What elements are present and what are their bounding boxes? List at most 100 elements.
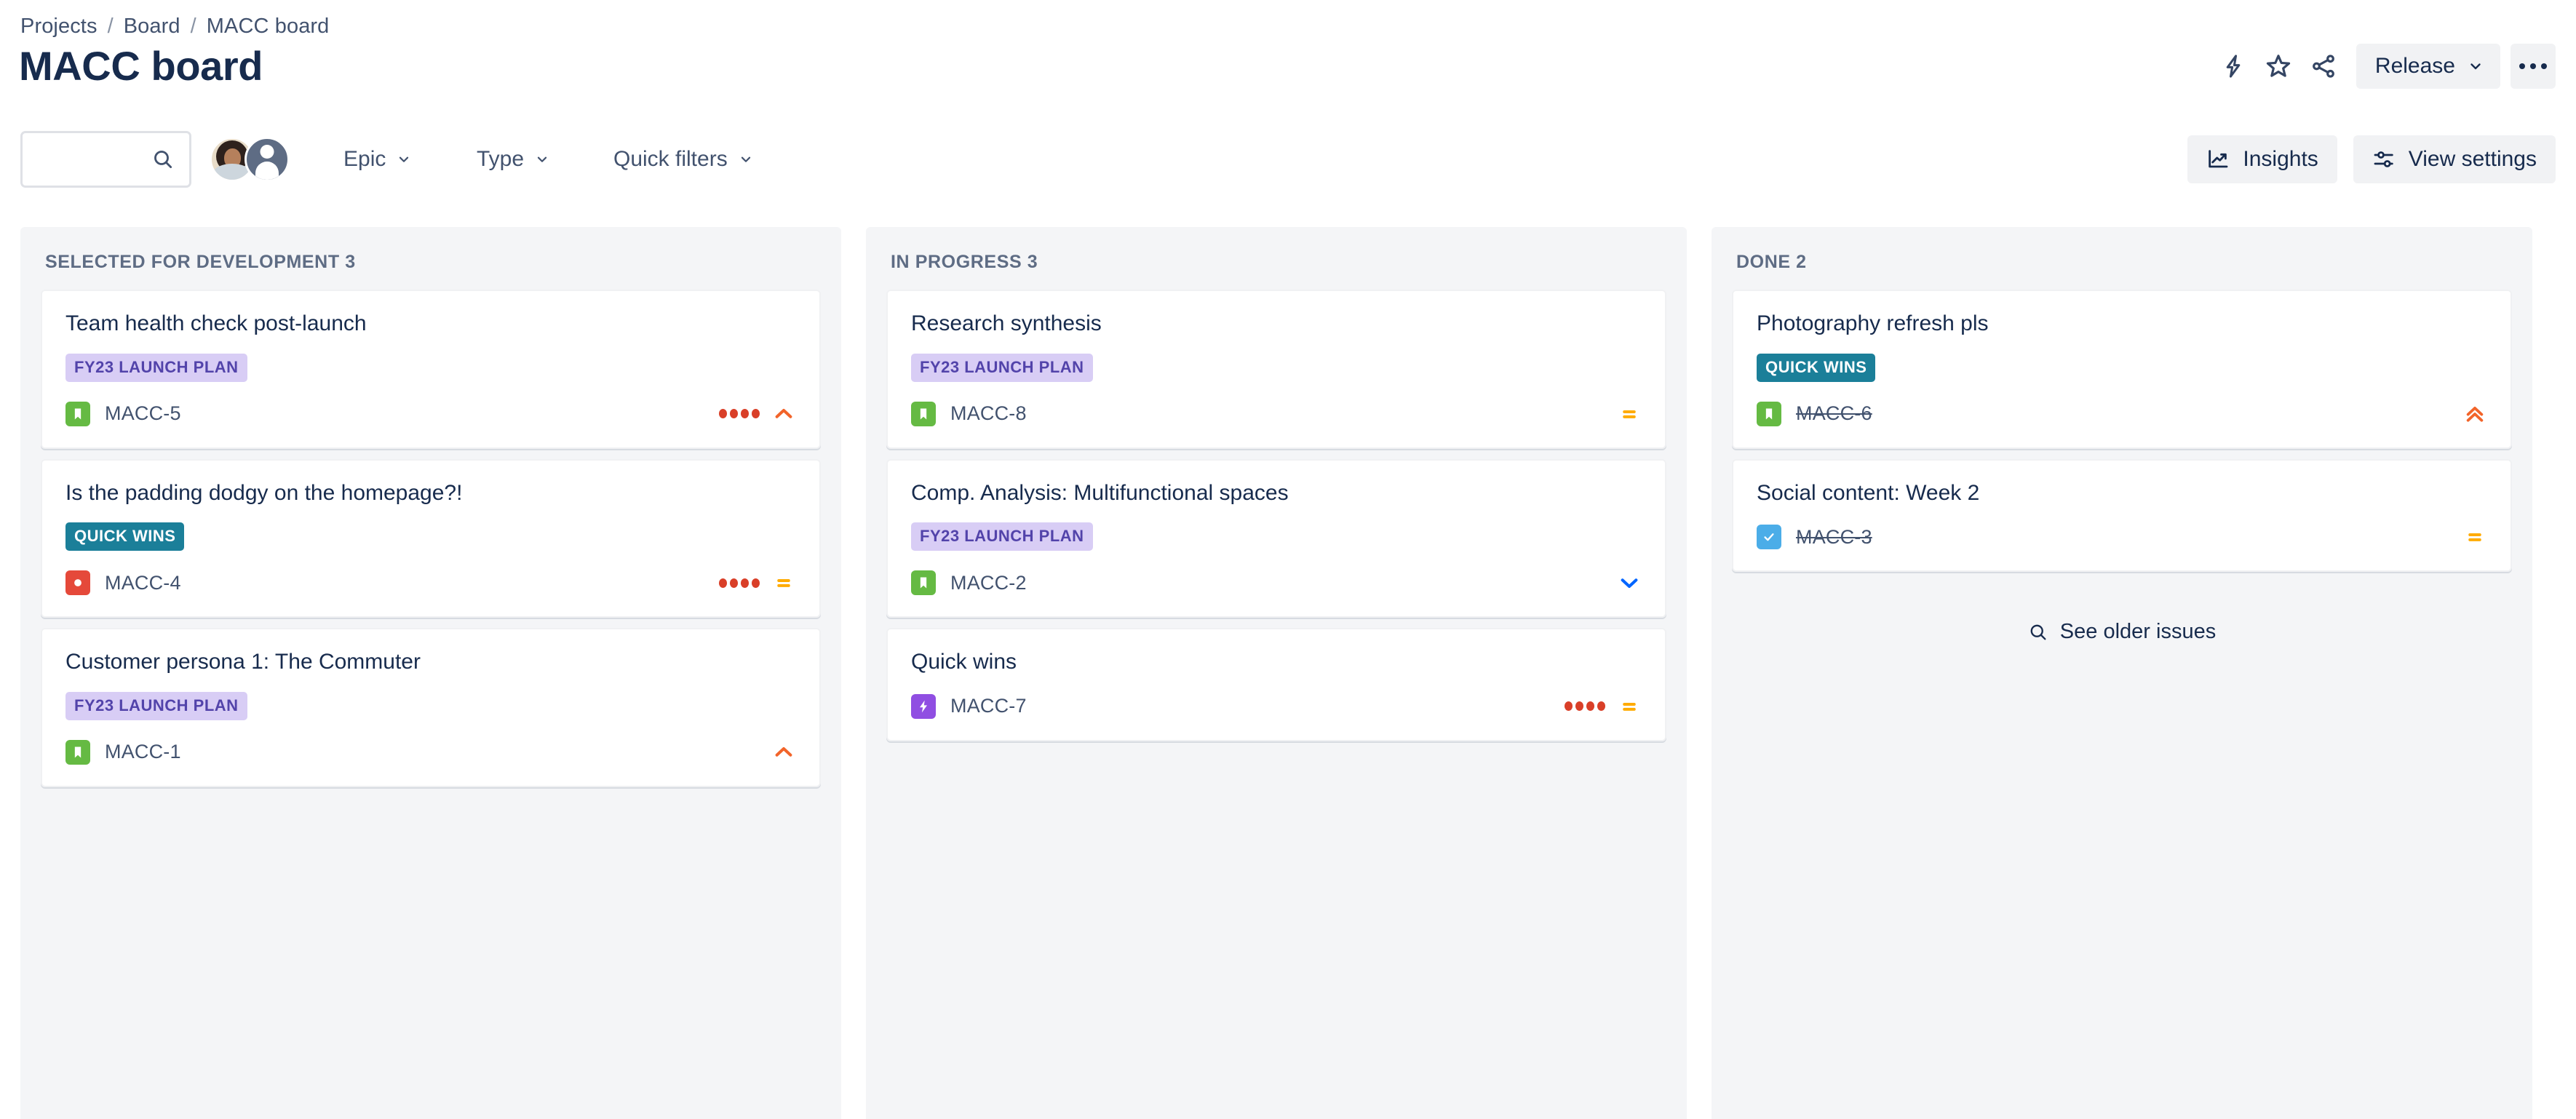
see-older-issues-label: See older issues xyxy=(2059,620,2217,643)
epic-filter-label: Epic xyxy=(343,147,386,171)
filter-bar: Epic Type Quick filters Insights View se… xyxy=(0,130,2576,195)
star-icon-button[interactable] xyxy=(2256,44,2301,89)
story-icon xyxy=(65,739,90,765)
board-columns: SELECTED FOR DEVELOPMENT 3 Team health c… xyxy=(20,227,2556,1119)
see-older-issues-button[interactable]: See older issues xyxy=(1732,620,2512,644)
issue-indicators xyxy=(2462,402,2487,426)
task-icon xyxy=(1757,525,1781,549)
lightning-icon xyxy=(2226,55,2241,78)
column-card-list: Photography refresh pls QUICK WINS MACC-… xyxy=(1712,290,2532,644)
epic-tag[interactable]: FY23 LAUNCH PLAN xyxy=(65,691,247,720)
story-points-dots xyxy=(719,578,760,588)
share-icon xyxy=(2313,55,2334,78)
more-actions-button[interactable] xyxy=(2511,44,2556,89)
issue-indicators xyxy=(1565,694,1642,719)
issue-card[interactable]: Research synthesis FY23 LAUNCH PLAN MACC… xyxy=(886,290,1666,449)
priority-medium-icon xyxy=(2462,525,2487,549)
priority-high-icon xyxy=(771,740,796,765)
epic-tag[interactable]: FY23 LAUNCH PLAN xyxy=(911,522,1093,551)
share-icon-button[interactable] xyxy=(2301,44,2346,89)
issue-meta: MACC-1 xyxy=(65,739,181,765)
search-input[interactable] xyxy=(23,133,161,186)
column-header: DONE 2 xyxy=(1736,252,1807,272)
quick-filters-dropdown[interactable]: Quick filters xyxy=(606,137,761,182)
epic-tag[interactable]: QUICK WINS xyxy=(1757,353,1876,382)
issue-key[interactable]: MACC-3 xyxy=(1796,526,1872,549)
type-filter-label: Type xyxy=(477,147,525,171)
issue-card-footer: MACC-3 xyxy=(1757,522,2487,551)
star-icon xyxy=(2266,55,2291,77)
issue-indicators xyxy=(719,402,796,426)
breadcrumb-item-board[interactable]: Board xyxy=(124,15,180,39)
issue-title: Research synthesis xyxy=(911,311,1102,335)
column-in-progress: IN PROGRESS 3 Research synthesis FY23 LA… xyxy=(866,227,1687,1119)
issue-card-footer: MACC-7 xyxy=(911,692,1642,721)
priority-low-icon xyxy=(1617,570,1642,595)
insights-chart-icon xyxy=(2209,150,2228,168)
chevron-down-icon xyxy=(537,156,547,162)
epic-tag[interactable]: FY23 LAUNCH PLAN xyxy=(911,353,1093,382)
issue-card[interactable]: Comp. Analysis: Multifunctional spaces F… xyxy=(886,458,1666,618)
issue-key[interactable]: MACC-4 xyxy=(105,572,181,594)
issue-card[interactable]: Customer persona 1: The Commuter FY23 LA… xyxy=(41,628,821,787)
epic-icon xyxy=(911,693,936,719)
quick-filters-label: Quick filters xyxy=(613,147,728,171)
column-card-list: Research synthesis FY23 LAUNCH PLAN MACC… xyxy=(866,290,1687,752)
issue-meta: MACC-5 xyxy=(65,401,181,426)
breadcrumb-item-projects[interactable]: Projects xyxy=(20,15,98,39)
lightning-icon-button[interactable] xyxy=(2211,44,2256,89)
epic-tag[interactable]: QUICK WINS xyxy=(65,522,185,551)
type-filter-dropdown[interactable]: Type xyxy=(469,137,557,182)
column-selected-for-development: SELECTED FOR DEVELOPMENT 3 Team health c… xyxy=(20,227,841,1119)
issue-key[interactable]: MACC-7 xyxy=(950,695,1027,717)
chevron-down-icon xyxy=(741,156,750,162)
issue-card-footer: MACC-1 xyxy=(65,738,796,767)
avatar-user-default[interactable] xyxy=(245,137,290,182)
issue-indicators xyxy=(1617,570,1642,595)
column-card-list: Team health check post-launch FY23 LAUNC… xyxy=(20,290,841,797)
board-view-buttons: Insights View settings xyxy=(2187,135,2556,183)
avatar-shoulders xyxy=(255,162,279,180)
chevron-down-icon xyxy=(399,156,409,162)
issue-card-footer: MACC-8 xyxy=(911,399,1642,429)
priority-high-icon xyxy=(771,402,796,426)
issue-meta: MACC-4 xyxy=(65,570,181,595)
jira-board-page: Projects / Board / MACC board MACC board xyxy=(0,0,2576,1119)
issue-card-footer: MACC-2 xyxy=(911,568,1642,597)
view-settings-label: View settings xyxy=(2408,147,2537,171)
epic-tag[interactable]: FY23 LAUNCH PLAN xyxy=(65,353,247,382)
release-button[interactable]: Release xyxy=(2356,44,2500,89)
epic-filter-dropdown[interactable]: Epic xyxy=(336,137,419,182)
issue-indicators xyxy=(1617,402,1642,426)
issue-card[interactable]: Social content: Week 2 MACC-3 xyxy=(1732,458,2512,572)
search-box[interactable] xyxy=(20,131,191,188)
issue-title: Is the padding dodgy on the homepage?! xyxy=(65,480,463,505)
breadcrumb: Projects / Board / MACC board xyxy=(20,15,329,39)
issue-key[interactable]: MACC-6 xyxy=(1796,402,1872,425)
issue-key[interactable]: MACC-1 xyxy=(105,741,181,763)
issue-card[interactable]: Photography refresh pls QUICK WINS MACC-… xyxy=(1732,290,2512,449)
issue-key[interactable]: MACC-5 xyxy=(105,402,181,425)
view-settings-button[interactable]: View settings xyxy=(2353,135,2556,183)
issue-card[interactable]: Quick wins MACC-7 xyxy=(886,628,1666,741)
issue-card[interactable]: Team health check post-launch FY23 LAUNC… xyxy=(41,290,821,449)
breadcrumb-separator: / xyxy=(190,15,196,38)
bug-icon xyxy=(65,570,90,595)
issue-card-footer: MACC-4 xyxy=(65,568,796,597)
column-header: IN PROGRESS 3 xyxy=(891,252,1038,272)
breadcrumb-separator: / xyxy=(107,15,114,38)
issue-key[interactable]: MACC-2 xyxy=(950,572,1027,594)
priority-medium-icon xyxy=(1617,694,1642,719)
issue-indicators xyxy=(771,740,796,765)
issue-card-footer: MACC-5 xyxy=(65,399,796,429)
breadcrumb-item-macc-board[interactable]: MACC board xyxy=(207,15,330,39)
insights-button[interactable]: Insights xyxy=(2187,135,2337,183)
column-done: DONE 2 Photography refresh pls QUICK WIN… xyxy=(1712,227,2532,1119)
avatar-head xyxy=(260,145,274,159)
issue-indicators xyxy=(2462,525,2487,549)
issue-title: Social content: Week 2 xyxy=(1757,480,1980,505)
insights-label: Insights xyxy=(2243,147,2318,171)
page-title: MACC board xyxy=(19,43,263,89)
issue-key[interactable]: MACC-8 xyxy=(950,402,1027,425)
issue-card[interactable]: Is the padding dodgy on the homepage?! Q… xyxy=(41,458,821,618)
